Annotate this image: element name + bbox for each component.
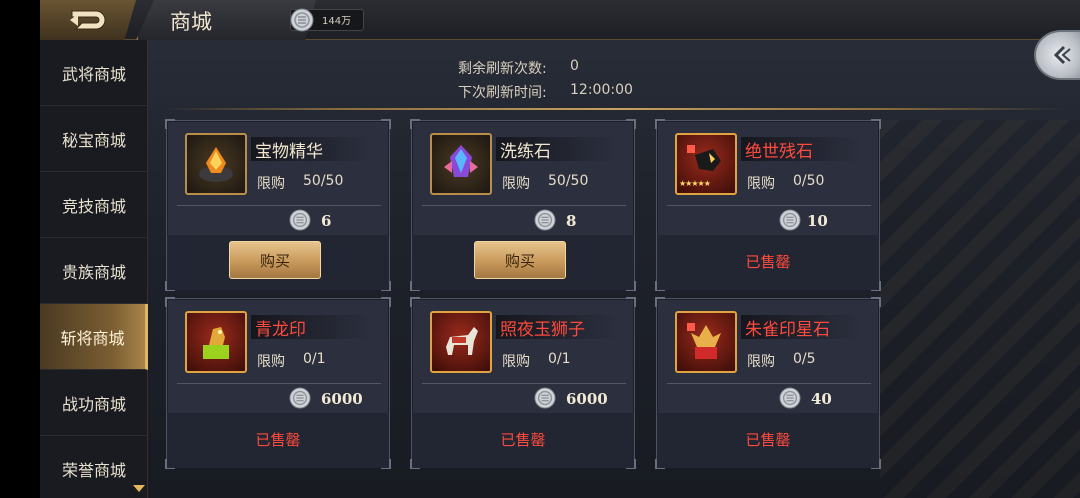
sidebar-item-arena-shop[interactable]: 竞技商城 — [40, 172, 148, 238]
phoenix-seal-icon[interactable] — [675, 311, 737, 373]
limit-label: 限购 — [747, 176, 775, 192]
sold-out-label: 已售罄 — [745, 253, 791, 271]
sidebar-item-label: 秘宝商城 — [61, 130, 126, 150]
limit-label: 限购 — [747, 354, 775, 370]
back-arrow-icon — [70, 10, 106, 30]
item-name: 绝世残石 — [745, 142, 813, 162]
limit-value: 0/1 — [548, 351, 571, 367]
limit-value: 0/50 — [793, 173, 825, 189]
silver-coin-icon — [289, 387, 311, 409]
sidebar-item-label: 荣誉商城 — [61, 460, 126, 480]
buy-button[interactable]: 购买 — [229, 241, 321, 279]
header-divider — [164, 108, 1064, 110]
silver-coin-icon — [534, 209, 556, 231]
sidebar-item-slay-shop[interactable]: 斩将商城 — [40, 304, 148, 370]
silver-coin-icon — [290, 8, 314, 32]
limit-value: 0/1 — [303, 351, 326, 367]
refresh-next-label: 下次刷新时间: — [458, 85, 547, 101]
shop-category-sidebar: 武将商城 秘宝商城 竞技商城 贵族商城 斩将商城 战功商城 荣誉商城 — [40, 40, 148, 498]
shop-item-card: 朱雀印星石 限购 0/5 40 已售罄 — [655, 297, 881, 469]
refresh-next-time: 下次刷新时间: 12:00:00 — [458, 82, 633, 102]
sold-out-label: 已售罄 — [500, 431, 546, 449]
limit-label: 限购 — [257, 176, 285, 192]
shop-item-card: 照夜玉狮子 限购 0/1 6000 已售罄 — [410, 297, 636, 469]
sidebar-item-label: 武将商城 — [61, 64, 126, 84]
chevron-left-icon — [1053, 45, 1071, 65]
silver-coin-icon — [779, 209, 801, 231]
item-price: 6000 — [321, 390, 363, 408]
limit-label: 限购 — [502, 354, 530, 370]
item-price: 40 — [811, 390, 832, 408]
sidebar-item-general-shop[interactable]: 武将商城 — [40, 40, 148, 106]
star-rating: ★★★★★ — [679, 179, 711, 188]
sidebar-item-label: 竞技商城 — [61, 196, 126, 216]
white-horse-icon[interactable] — [430, 311, 492, 373]
shop-item-card: ★★★★★ 绝世残石 限购 0/50 10 已售罄 — [655, 119, 881, 291]
top-bar: 商城 144万 — [40, 0, 1080, 40]
item-name: 青龙印 — [255, 320, 306, 340]
limit-label: 限购 — [502, 176, 530, 192]
sidebar-item-merit-shop[interactable]: 战功商城 — [40, 370, 148, 436]
shop-item-card: 青龙印 限购 0/1 6000 已售罄 — [165, 297, 391, 469]
refresh-remaining-value: 0 — [570, 58, 579, 74]
sidebar-item-treasure-shop[interactable]: 秘宝商城 — [40, 106, 148, 172]
silver-coin-icon — [779, 387, 801, 409]
item-price: 6000 — [566, 390, 608, 408]
title-tab — [136, 0, 316, 40]
limit-value: 0/5 — [793, 351, 816, 367]
page-title: 商城 — [170, 10, 212, 34]
item-name: 照夜玉狮子 — [500, 320, 585, 340]
limit-value: 50/50 — [303, 173, 344, 189]
back-button[interactable] — [40, 0, 136, 40]
item-price: 6 — [321, 212, 332, 230]
limit-value: 50/50 — [548, 173, 589, 189]
sidebar-item-label: 战功商城 — [61, 394, 126, 414]
shop-item-card: 宝物精华 限购 50/50 6 购买 — [165, 119, 391, 291]
sold-out-label: 已售罄 — [745, 431, 791, 449]
item-price: 10 — [807, 212, 828, 230]
silver-coin-icon — [289, 209, 311, 231]
dragon-seal-icon[interactable] — [185, 311, 247, 373]
shop-screen: 商城 144万 武将商城 秘宝商城 竞技商城 贵族商城 斩将商城 战功商城 荣誉… — [40, 0, 1080, 498]
sidebar-item-label: 斩将商城 — [60, 328, 125, 348]
item-name: 洗练石 — [500, 142, 551, 162]
item-name: 宝物精华 — [255, 142, 323, 162]
refresh-next-value: 12:00:00 — [570, 82, 633, 98]
collapse-button[interactable] — [1034, 30, 1080, 80]
chevron-down-icon[interactable] — [132, 484, 146, 494]
essence-crystal-icon[interactable] — [185, 133, 247, 195]
shop-item-card: 洗练石 限购 50/50 8 购买 — [410, 119, 636, 291]
limit-label: 限购 — [257, 354, 285, 370]
refresh-remaining-label: 剩余刷新次数: — [458, 61, 547, 77]
refine-gem-icon[interactable] — [430, 133, 492, 195]
currency-amount: 144万 — [322, 16, 352, 27]
item-name: 朱雀印星石 — [745, 320, 830, 340]
silver-coin-icon — [534, 387, 556, 409]
item-price: 8 — [566, 212, 577, 230]
refresh-remaining: 剩余刷新次数: 0 — [458, 58, 579, 78]
sidebar-item-label: 贵族商城 — [61, 262, 126, 282]
sold-out-label: 已售罄 — [255, 431, 301, 449]
buy-button[interactable]: 购买 — [474, 241, 566, 279]
sidebar-item-noble-shop[interactable]: 贵族商城 — [40, 238, 148, 304]
